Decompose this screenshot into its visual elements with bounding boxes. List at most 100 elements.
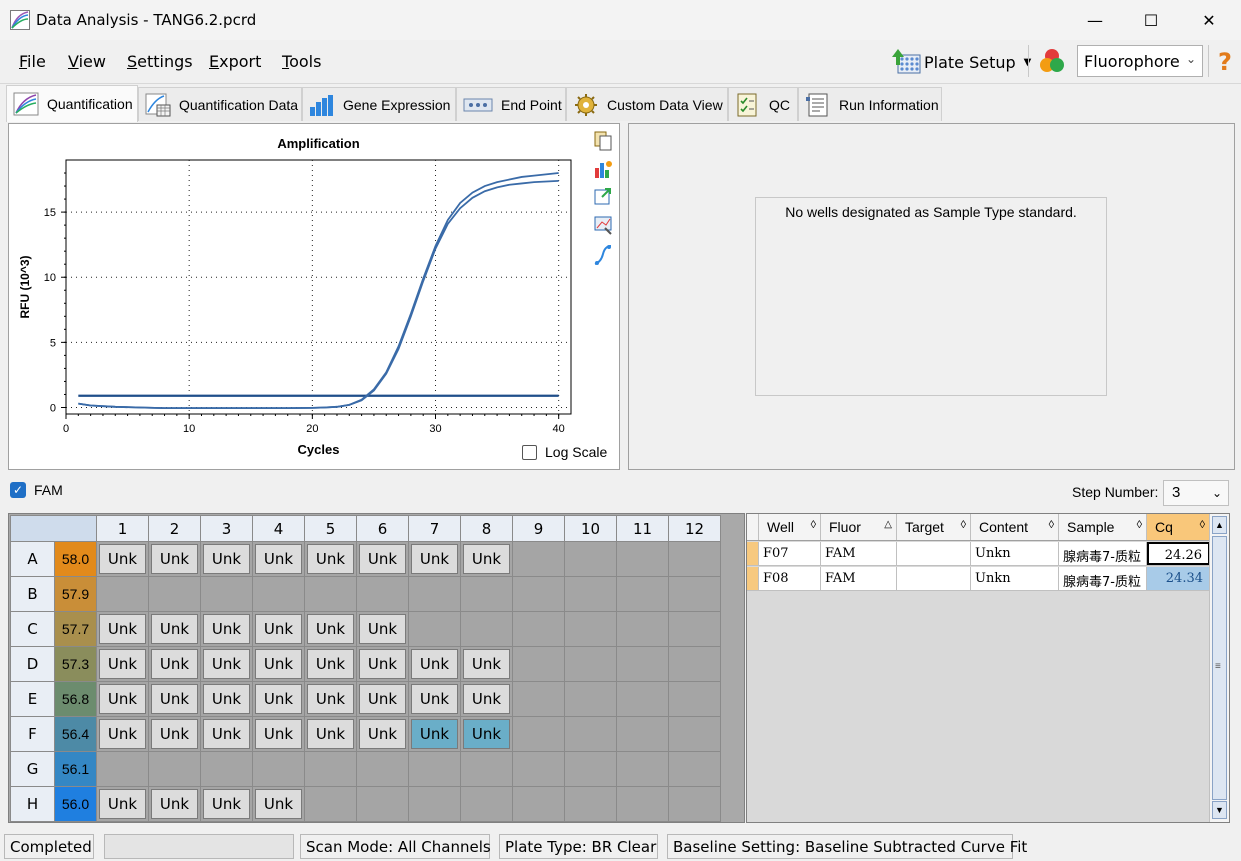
plate-well[interactable] — [668, 576, 721, 612]
well-button[interactable]: Unk — [307, 719, 354, 749]
amplification-chart[interactable]: Amplification 0 10 20 30 40 0 5 10 15 Cycles RFU (1… — [9, 124, 621, 471]
plate-well[interactable]: Unk — [252, 681, 305, 717]
well-button[interactable]: Unk — [151, 649, 198, 679]
plate-well[interactable] — [564, 786, 617, 822]
well-button[interactable]: Unk — [359, 544, 406, 574]
plate-column-header[interactable]: 6 — [356, 515, 409, 542]
plate-well[interactable]: Unk — [200, 646, 253, 682]
check-icon[interactable]: ✓ — [10, 482, 26, 498]
plate-well[interactable]: Unk — [408, 681, 461, 717]
plate-well[interactable] — [616, 576, 669, 612]
plate-well[interactable] — [668, 786, 721, 822]
well-button[interactable]: Unk — [203, 614, 250, 644]
well-button[interactable]: Unk — [463, 544, 510, 574]
plate-well[interactable]: Unk — [460, 646, 513, 682]
plate-well[interactable]: Unk — [148, 716, 201, 752]
tab-custom-data-view[interactable]: Custom Data View — [566, 87, 728, 121]
plate-well[interactable]: Unk — [148, 646, 201, 682]
plate-row-header[interactable]: E — [10, 681, 55, 717]
menu-export[interactable]: Export — [209, 52, 261, 71]
plate-row-header[interactable]: F — [10, 716, 55, 752]
plate-well[interactable] — [564, 611, 617, 647]
plate-well[interactable]: Unk — [356, 646, 409, 682]
plate-well[interactable] — [668, 681, 721, 717]
fam-toggle[interactable]: ✓ FAM — [10, 478, 63, 502]
plate-well[interactable] — [616, 716, 669, 752]
plate-well[interactable] — [668, 716, 721, 752]
plate-well[interactable]: Unk — [252, 541, 305, 577]
plate-column-header[interactable]: 3 — [200, 515, 253, 542]
plate-well[interactable] — [668, 646, 721, 682]
well-button[interactable]: Unk — [463, 684, 510, 714]
plate-well[interactable]: Unk — [148, 541, 201, 577]
plate-well[interactable] — [616, 751, 669, 787]
plate-well[interactable]: Unk — [200, 681, 253, 717]
plate-well[interactable]: Unk — [252, 611, 305, 647]
well-button[interactable]: Unk — [99, 789, 146, 819]
plate-well[interactable] — [512, 751, 565, 787]
well-button[interactable]: Unk — [411, 649, 458, 679]
scroll-down-icon[interactable]: ▼ — [1212, 801, 1227, 819]
plate-well[interactable]: Unk — [148, 611, 201, 647]
plate-well[interactable] — [512, 576, 565, 612]
well-button[interactable]: Unk — [411, 719, 458, 749]
copy-icon[interactable] — [593, 130, 613, 152]
well-button[interactable]: Unk — [359, 719, 406, 749]
plate-well[interactable]: Unk — [356, 681, 409, 717]
step-number-select[interactable]: 3 ⌄ — [1163, 480, 1229, 506]
well-button[interactable]: Unk — [203, 789, 250, 819]
plate-well[interactable] — [616, 646, 669, 682]
well-button[interactable]: Unk — [151, 684, 198, 714]
plate-well[interactable] — [460, 576, 513, 612]
plate-column-header[interactable]: 5 — [304, 515, 357, 542]
well-button[interactable]: Unk — [255, 614, 302, 644]
plate-row-header[interactable]: C — [10, 611, 55, 647]
plate-well[interactable]: Unk — [200, 541, 253, 577]
scroll-thumb[interactable]: ≡ — [1212, 536, 1227, 800]
plate-well[interactable]: Unk — [252, 646, 305, 682]
column-header-well[interactable]: Well ◊ — [759, 514, 821, 540]
cell-cq[interactable]: 24.34 — [1147, 567, 1210, 590]
plate-column-header[interactable]: 10 — [564, 515, 617, 542]
column-header-sample[interactable]: Sample ◊ — [1059, 514, 1147, 540]
plate-column-header[interactable]: 9 — [512, 515, 565, 542]
well-button[interactable]: Unk — [203, 684, 250, 714]
plate-well[interactable]: Unk — [304, 681, 357, 717]
plate-column-header[interactable]: 11 — [616, 515, 669, 542]
plate-well[interactable]: Unk — [252, 786, 305, 822]
plate-well[interactable] — [564, 646, 617, 682]
zoom-chart-icon[interactable] — [593, 214, 613, 236]
plate-well[interactable] — [252, 751, 305, 787]
menu-file[interactable]: File — [19, 52, 46, 71]
plate-well[interactable]: Unk — [200, 786, 253, 822]
plate-well[interactable]: Unk — [460, 716, 513, 752]
plate-well[interactable] — [564, 576, 617, 612]
plate-well[interactable] — [564, 541, 617, 577]
plate-well[interactable] — [304, 751, 357, 787]
minimize-button[interactable]: — — [1066, 0, 1124, 40]
well-button[interactable]: Unk — [463, 719, 510, 749]
plate-well[interactable] — [616, 681, 669, 717]
plate-well[interactable]: Unk — [96, 786, 149, 822]
table-row[interactable]: F07 FAM Unkn 腺病毒7-质粒 24.26 — [747, 542, 1210, 566]
plate-well[interactable] — [512, 716, 565, 752]
tab-qc[interactable]: QC — [728, 87, 798, 121]
well-button[interactable]: Unk — [99, 719, 146, 749]
column-header-target[interactable]: Target ◊ — [897, 514, 971, 540]
fluorophore-select[interactable]: Fluorophore ⌄ — [1077, 45, 1203, 77]
plate-well[interactable]: Unk — [408, 716, 461, 752]
column-header-content[interactable]: Content ◊ — [971, 514, 1059, 540]
plate-well[interactable]: Unk — [96, 646, 149, 682]
plate-well[interactable] — [356, 751, 409, 787]
plate-well[interactable] — [512, 646, 565, 682]
plate-well[interactable] — [616, 611, 669, 647]
well-button[interactable]: Unk — [307, 544, 354, 574]
plate-well[interactable]: Unk — [408, 541, 461, 577]
tab-quantification[interactable]: Quantification — [6, 85, 138, 122]
plate-row-header[interactable]: H — [10, 786, 55, 822]
plate-well[interactable] — [668, 751, 721, 787]
well-button[interactable]: Unk — [255, 649, 302, 679]
plate-well[interactable] — [460, 786, 513, 822]
plate-column-header[interactable]: 7 — [408, 515, 461, 542]
plate-well[interactable] — [148, 576, 201, 612]
